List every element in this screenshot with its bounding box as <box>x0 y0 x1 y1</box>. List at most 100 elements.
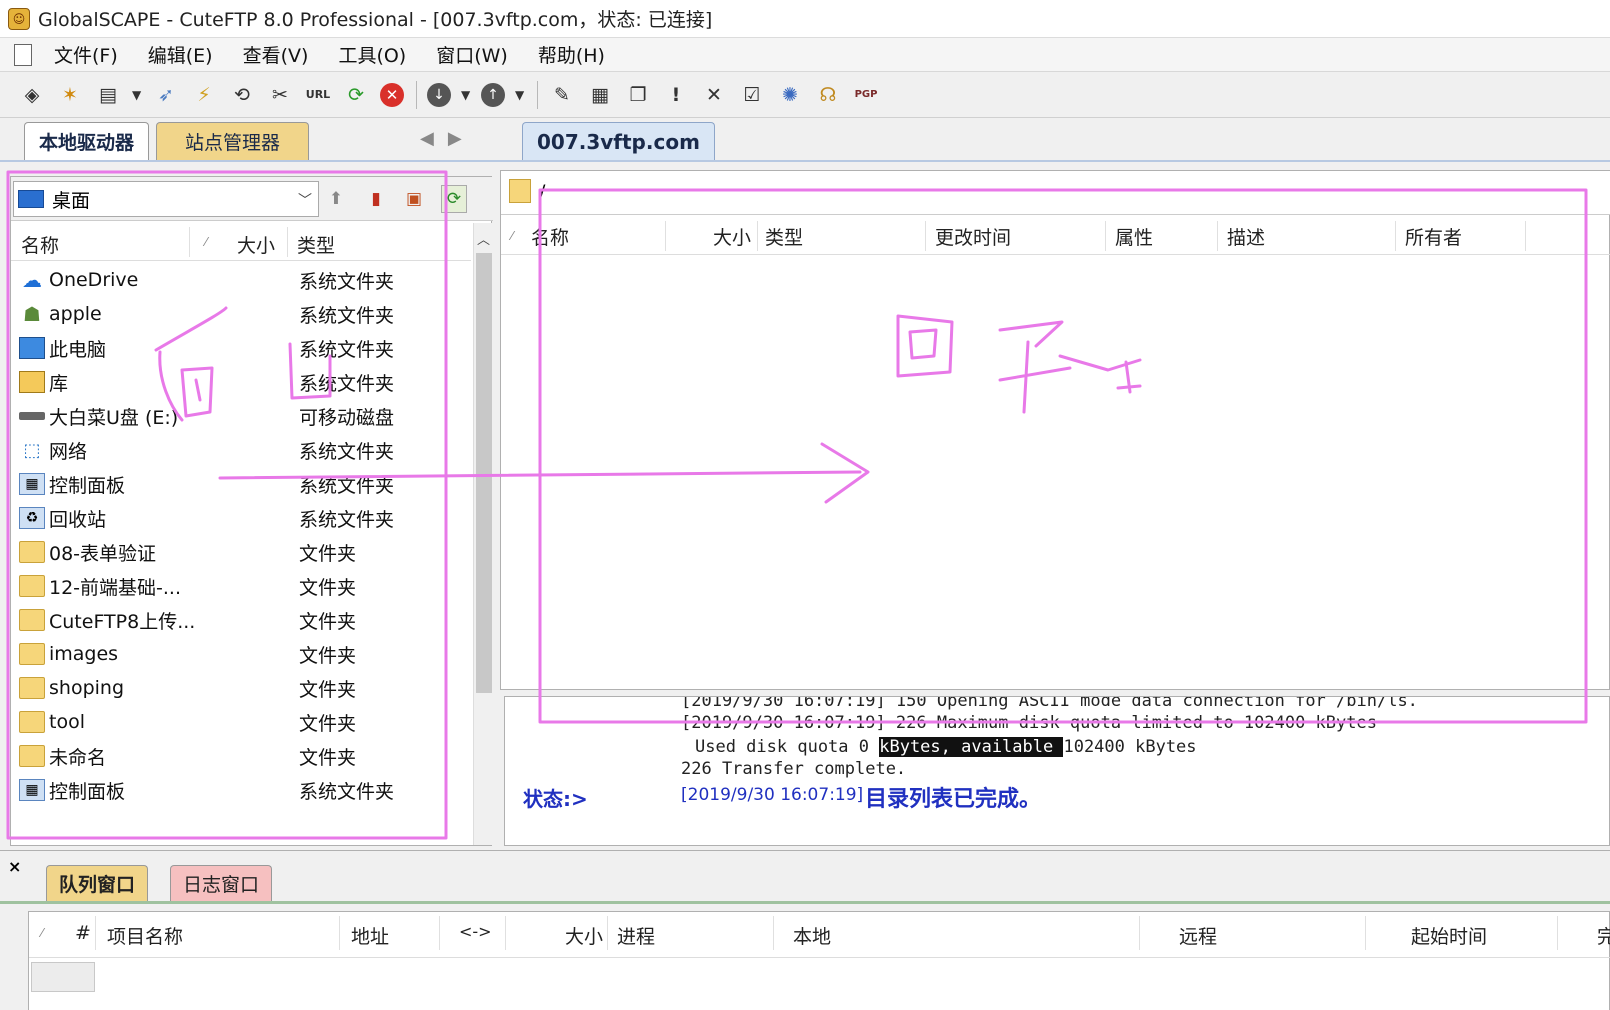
up-folder-icon[interactable]: ⬆ <box>323 185 349 213</box>
column-divider[interactable] <box>439 916 440 950</box>
file-row[interactable]: 12-前端基础-... 文件夹 <box>11 569 471 603</box>
file-row[interactable]: images 文件夹 <box>11 637 471 671</box>
column-name[interactable]: 名称 <box>21 231 59 258</box>
queue-column-number[interactable]: # <box>75 922 91 944</box>
folder-icon[interactable]: ❐ <box>624 81 652 109</box>
column-divider[interactable] <box>757 221 758 251</box>
column-divider[interactable] <box>1557 916 1558 950</box>
queue-column-remote[interactable]: 远程 <box>1179 922 1217 949</box>
column-size[interactable]: 大小 <box>237 231 275 258</box>
new-dropdown-chevron-icon[interactable]: ▼ <box>132 88 142 102</box>
file-row[interactable]: ☁ OneDrive 系统文件夹 <box>11 263 471 297</box>
remote-column-attributes[interactable]: 属性 <box>1115 223 1153 250</box>
column-divider[interactable] <box>339 916 340 950</box>
remote-column-name[interactable]: 名称 <box>531 223 569 250</box>
column-divider[interactable] <box>1365 916 1366 950</box>
open-site-icon[interactable]: ◈ <box>18 81 46 109</box>
column-divider[interactable] <box>287 227 288 257</box>
tab-local-drives[interactable]: 本地驱动器 <box>24 122 150 160</box>
file-row[interactable]: shoping 文件夹 <box>11 671 471 705</box>
compare-icon[interactable]: ▦ <box>586 81 614 109</box>
queue-column-item-name[interactable]: 项目名称 <box>107 922 183 949</box>
file-row[interactable]: tool 文件夹 <box>11 705 471 739</box>
remote-column-description[interactable]: 描述 <box>1227 223 1265 250</box>
remote-path-text[interactable]: / <box>539 181 545 203</box>
tab-log-window[interactable]: 日志窗口 <box>170 865 273 901</box>
tab-remote-site[interactable]: 007.3vftp.com <box>522 122 715 160</box>
local-scrollbar[interactable]: ︿ <box>473 223 493 845</box>
scroll-up-icon[interactable]: ︿ <box>477 229 490 248</box>
column-divider[interactable] <box>1395 221 1396 251</box>
download-icon[interactable]: ↓ <box>427 82 451 107</box>
pgp-icon[interactable]: PGP <box>852 81 880 109</box>
queue-column-size[interactable]: 大小 <box>565 922 603 949</box>
quick-connect-icon[interactable]: ⚡ <box>190 81 218 109</box>
column-divider[interactable] <box>95 916 96 950</box>
column-divider[interactable] <box>925 221 926 251</box>
disconnect-icon[interactable]: ✂ <box>266 81 294 109</box>
queue-column-progress[interactable]: 进程 <box>617 922 655 949</box>
file-row[interactable]: ▦ 控制面板 系统文件夹 <box>11 773 471 807</box>
column-divider[interactable] <box>773 916 774 950</box>
stop-icon[interactable]: ✕ <box>380 82 404 107</box>
close-icon[interactable]: × <box>8 857 21 876</box>
url-icon[interactable]: URL <box>304 81 332 109</box>
remote-column-owner[interactable]: 所有者 <box>1405 223 1462 250</box>
column-divider[interactable] <box>1139 916 1140 950</box>
upload-dropdown-chevron-icon[interactable]: ▼ <box>515 88 525 102</box>
column-divider[interactable] <box>665 221 666 251</box>
refresh-icon[interactable]: ⟳ <box>342 81 370 109</box>
menu-file[interactable]: 文件(F) <box>54 41 118 68</box>
file-row[interactable]: 未命名 文件夹 <box>11 739 471 773</box>
tab-site-manager[interactable]: 站点管理器 <box>156 122 310 160</box>
column-divider[interactable] <box>1525 221 1526 251</box>
menu-view[interactable]: 查看(V) <box>243 41 309 68</box>
chevron-down-icon[interactable]: ﹀ <box>298 190 312 210</box>
new-folder-icon[interactable]: ▣ <box>401 185 427 213</box>
local-path-dropdown[interactable]: 桌面 ﹀ <box>13 181 319 217</box>
download-dropdown-chevron-icon[interactable]: ▼ <box>461 88 471 102</box>
queue-empty-row[interactable] <box>31 962 95 992</box>
new-icon[interactable]: ▤ <box>94 81 122 109</box>
file-row[interactable]: CuteFTP8上传... 文件夹 <box>11 603 471 637</box>
menu-window[interactable]: 窗口(W) <box>436 41 508 68</box>
column-divider[interactable] <box>1105 221 1106 251</box>
menu-edit[interactable]: 编辑(E) <box>148 41 213 68</box>
remote-column-modified[interactable]: 更改时间 <box>935 223 1011 250</box>
document-icon[interactable] <box>14 43 32 66</box>
wizard-icon[interactable]: ✶ <box>56 81 84 109</box>
sync-icon[interactable]: ✺ <box>776 81 804 109</box>
file-row[interactable]: ▦ 控制面板 系统文件夹 <box>11 467 471 501</box>
reconnect-icon[interactable]: ⟲ <box>228 81 256 109</box>
file-row[interactable]: 库 系统文件夹 <box>11 365 471 399</box>
remote-column-type[interactable]: 类型 <box>765 223 803 250</box>
execute-icon[interactable]: ! <box>662 81 690 109</box>
remote-column-size[interactable]: 大小 <box>713 223 751 250</box>
file-row[interactable]: 08-表单验证 文件夹 <box>11 535 471 569</box>
queue-column-address[interactable]: 地址 <box>351 922 389 949</box>
bookmark-icon[interactable]: ▮ <box>363 185 389 213</box>
queue-column-complete[interactable]: 完 <box>1597 922 1610 949</box>
queue-column-direction[interactable]: <-> <box>459 922 492 941</box>
properties-icon[interactable]: ☑ <box>738 81 766 109</box>
file-row[interactable]: ♻ 回收站 系统文件夹 <box>11 501 471 535</box>
queue-column-start-time[interactable]: 起始时间 <box>1411 922 1487 949</box>
local-refresh-icon[interactable]: ⟳ <box>441 185 467 213</box>
column-divider[interactable] <box>1217 221 1218 251</box>
edit-icon[interactable]: ✎ <box>548 81 576 109</box>
scroll-thumb[interactable] <box>476 253 492 693</box>
menu-tools[interactable]: 工具(O) <box>338 41 406 68</box>
delete-icon[interactable]: ✕ <box>700 81 728 109</box>
file-row[interactable]: 此电脑 系统文件夹 <box>11 331 471 365</box>
queue-column-local[interactable]: 本地 <box>793 922 831 949</box>
file-row[interactable]: ⬚ 网络 系统文件夹 <box>11 433 471 467</box>
help-icon[interactable]: ☊ <box>814 81 842 109</box>
menu-help[interactable]: 帮助(H) <box>538 41 605 68</box>
file-row[interactable]: 大白菜U盘 (E:) 可移动磁盘 <box>11 399 471 433</box>
tab-scroll-arrows-icon[interactable]: ◀▶ <box>420 128 476 149</box>
column-type[interactable]: 类型 <box>297 231 335 258</box>
tab-queue-window[interactable]: 队列窗口 <box>46 865 149 901</box>
connect-icon[interactable]: ➶ <box>152 81 180 109</box>
column-divider[interactable] <box>189 227 190 257</box>
column-divider[interactable] <box>607 916 608 950</box>
